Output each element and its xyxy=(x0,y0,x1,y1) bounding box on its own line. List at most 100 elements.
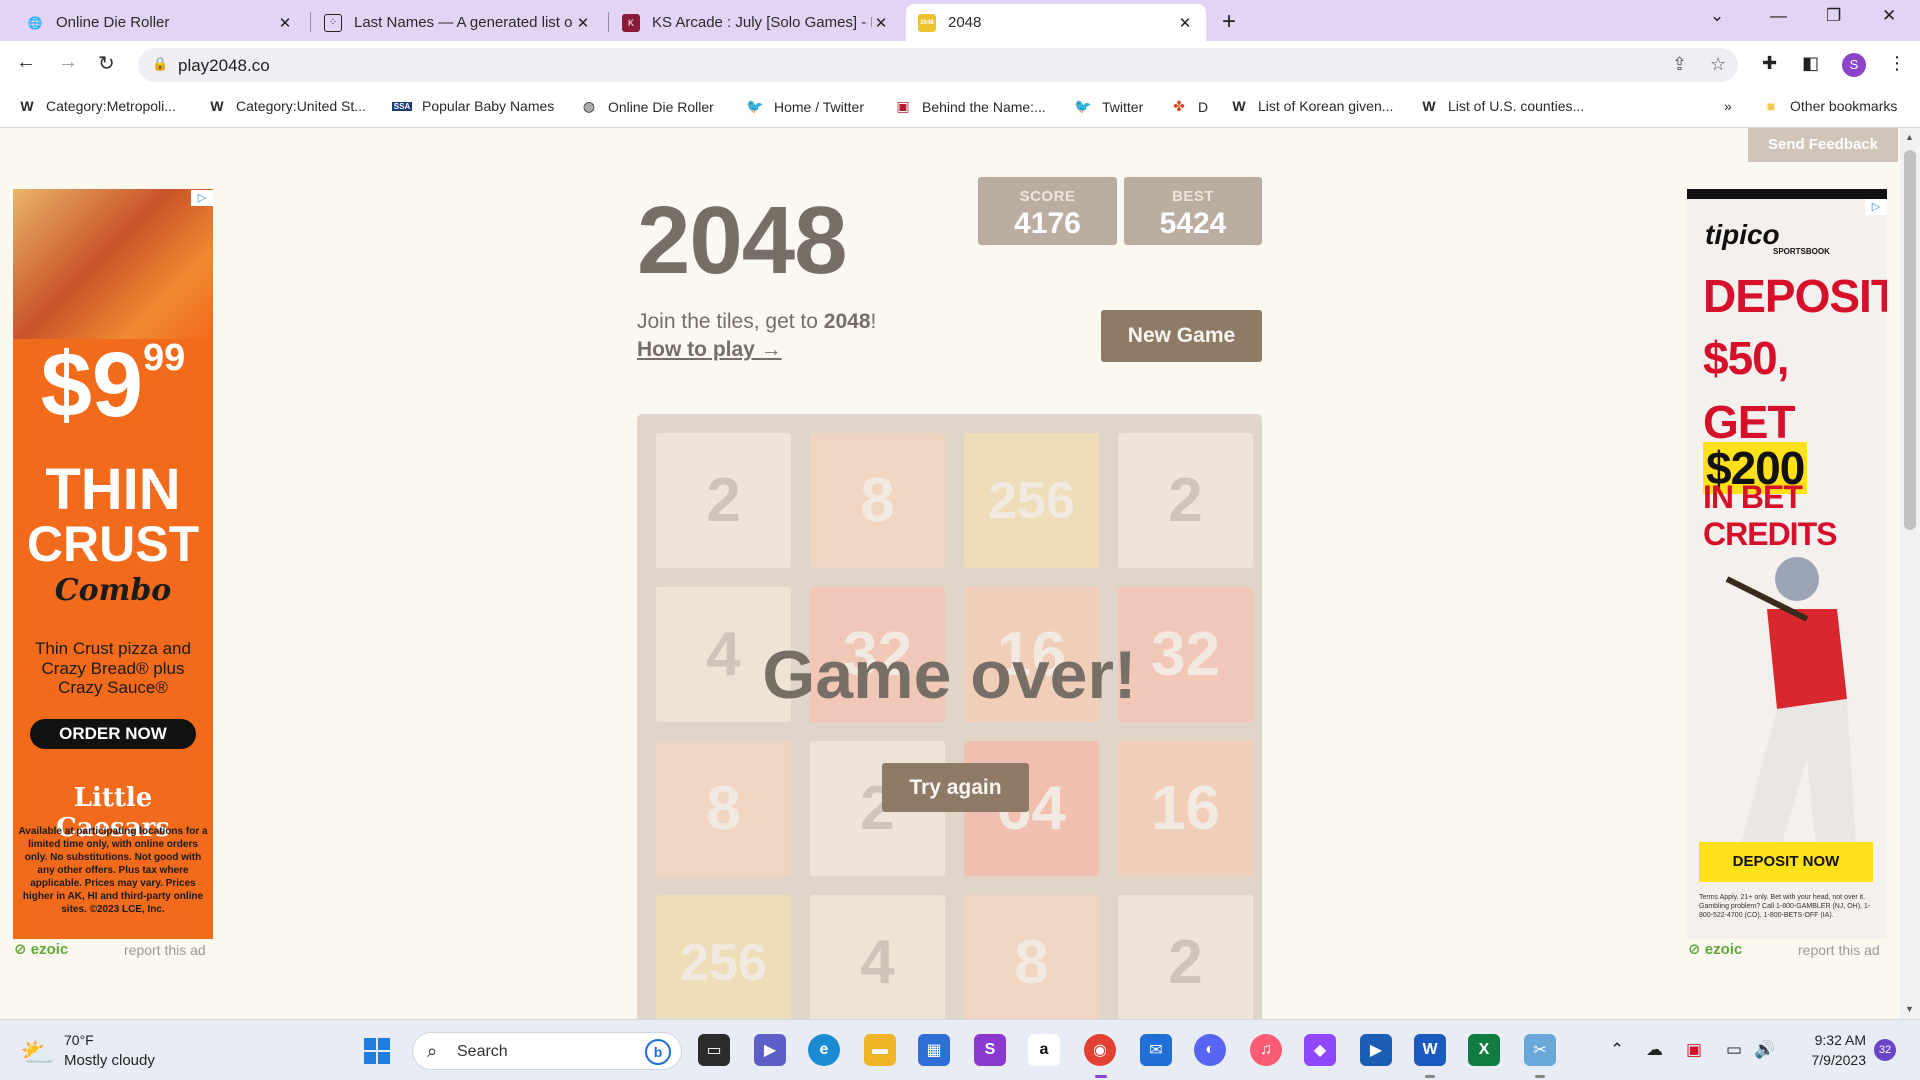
tab-title: Last Names — A generated list o xyxy=(354,14,573,31)
network-icon[interactable]: ▭ xyxy=(1726,1040,1742,1060)
ad-price-main: $9 xyxy=(40,334,144,436)
close-icon[interactable]: ✕ xyxy=(276,14,294,32)
bookmark-behind-the-name[interactable]: ▣ Behind the Name:... xyxy=(894,98,1045,115)
ad-deposit-now-button[interactable]: DEPOSIT NOW xyxy=(1699,842,1873,882)
clock[interactable]: 9:32 AM 7/9/2023 xyxy=(1796,1030,1867,1070)
tab-2048[interactable]: 2048 2048 ✕ xyxy=(906,4,1206,41)
task-view-icon[interactable]: ▭ xyxy=(698,1034,730,1066)
notification-badge[interactable]: 32 xyxy=(1874,1039,1896,1061)
snipping-tool-icon[interactable]: ✂ xyxy=(1524,1034,1556,1066)
tab-last-names[interactable]: ⁘ Last Names — A generated list o ✕ xyxy=(312,4,604,41)
onedrive-icon[interactable]: ☁ xyxy=(1646,1040,1663,1060)
extensions-icon[interactable]: ✚ xyxy=(1762,53,1777,74)
bookmark-d[interactable]: ✤ D xyxy=(1170,98,1208,115)
start-button[interactable] xyxy=(364,1038,390,1064)
mail-icon[interactable]: ✉ xyxy=(1140,1034,1172,1066)
menu-icon[interactable]: ⋮ xyxy=(1888,53,1906,74)
send-feedback-button[interactable]: Send Feedback xyxy=(1748,128,1898,162)
new-tab-button[interactable]: + xyxy=(1222,8,1236,36)
file-explorer-icon[interactable]: ▬ xyxy=(864,1034,896,1066)
bookmark-star-icon[interactable]: ☆ xyxy=(1710,54,1726,75)
bookmark-online-die-roller[interactable]: ◍ Online Die Roller xyxy=(580,98,714,115)
weather-cloud-icon[interactable]: ⛅ xyxy=(20,1036,55,1069)
bookmark-korean-given-names[interactable]: W List of Korean given... xyxy=(1230,98,1393,114)
close-icon[interactable]: ✕ xyxy=(872,14,890,32)
bookmark-popular-baby-names[interactable]: SSA Popular Baby Names xyxy=(392,98,554,114)
report-ad-link[interactable]: report this ad xyxy=(124,942,206,958)
how-to-play-link[interactable]: How to play → xyxy=(637,338,782,362)
side-panel-icon[interactable]: ◧ xyxy=(1802,53,1819,74)
twitch-icon[interactable]: ◆ xyxy=(1304,1034,1336,1066)
pinwheel-icon: ✤ xyxy=(1173,98,1185,114)
more-bookmarks-button[interactable]: » xyxy=(1724,98,1732,114)
ad-tipico[interactable]: tipico SPORTSBOOK DEPOSIT $50, GET $200 … xyxy=(1687,189,1887,939)
baseball-player-image xyxy=(1725,557,1857,859)
2048-icon: 2048 xyxy=(918,13,936,32)
ad-order-now-button[interactable]: ORDER NOW xyxy=(30,719,196,749)
maximize-button[interactable]: ❐ xyxy=(1826,6,1841,26)
app-s-icon[interactable]: S xyxy=(974,1034,1006,1066)
bing-icon[interactable]: b xyxy=(645,1039,671,1065)
report-ad-link[interactable]: report this ad xyxy=(1798,942,1880,958)
scroll-up-icon[interactable]: ▲ xyxy=(1905,132,1914,142)
address-bar[interactable]: 🔒 play2048.co ⇪ ☆ xyxy=(138,48,1738,82)
ezoic-logo[interactable]: ⊘ ezoic xyxy=(1688,940,1742,958)
tab-search-icon[interactable]: ⌄ xyxy=(1710,6,1724,26)
reload-icon[interactable]: ↻ xyxy=(98,51,115,76)
discord-icon[interactable]: ◐ xyxy=(1194,1034,1226,1066)
show-hidden-icons[interactable]: ⌃ xyxy=(1610,1040,1624,1060)
itunes-icon[interactable]: ♫ xyxy=(1250,1034,1282,1066)
profile-avatar[interactable]: S xyxy=(1842,53,1866,77)
edge-icon[interactable]: e xyxy=(808,1034,840,1066)
share-icon[interactable]: ⇪ xyxy=(1672,54,1687,75)
tab-online-die-roller[interactable]: 🌐 Online Die Roller ✕ xyxy=(14,4,306,41)
bookmark-category-metropolitan[interactable]: W Category:Metropoli... xyxy=(18,98,176,114)
score-label: SCORE xyxy=(1019,188,1076,205)
volume-icon[interactable]: 🔊 xyxy=(1754,1040,1775,1060)
scroll-down-icon[interactable]: ▼ xyxy=(1905,1004,1914,1014)
close-window-button[interactable]: ✕ xyxy=(1882,6,1896,26)
bookmark-category-united-states[interactable]: W Category:United St... xyxy=(208,98,366,114)
ad-little-caesars[interactable]: $999 THIN CRUST Combo Thin Crust pizza a… xyxy=(13,189,213,939)
game-board[interactable]: 2825624321632826416256482 Game over! Try… xyxy=(637,414,1262,1019)
close-icon[interactable]: ✕ xyxy=(1176,14,1194,32)
bookmark-home-twitter[interactable]: 🐦 Home / Twitter xyxy=(746,98,864,115)
try-again-button[interactable]: Try again xyxy=(882,763,1029,812)
store-icon[interactable]: ▦ xyxy=(918,1034,950,1066)
word-icon[interactable]: W xyxy=(1414,1034,1446,1066)
url-text[interactable]: play2048.co xyxy=(178,56,270,76)
media-player-icon[interactable]: ▶ xyxy=(1360,1034,1392,1066)
game-over-message: Game over! xyxy=(762,637,1137,713)
weather-temperature[interactable]: 70°F xyxy=(64,1032,94,1048)
amazon-icon[interactable]: a xyxy=(1028,1034,1060,1066)
ezoic-logo[interactable]: ⊘ ezoic xyxy=(14,940,68,958)
start-pane xyxy=(364,1038,376,1050)
ad-headline-3-prefix: GET xyxy=(1703,396,1796,448)
page-scrollbar[interactable]: ▲ ▼ xyxy=(1900,128,1920,1019)
close-icon[interactable]: ✕ xyxy=(574,14,592,32)
scrollbar-thumb[interactable] xyxy=(1904,150,1916,530)
taskbar-search[interactable]: ⌕ Search b xyxy=(412,1032,682,1070)
best-value: 5424 xyxy=(1159,207,1227,240)
bookmark-label: List of Korean given... xyxy=(1258,98,1394,114)
minimize-button[interactable]: — xyxy=(1770,6,1787,26)
chrome-icon[interactable]: ◉ xyxy=(1084,1034,1116,1066)
bookmark-us-counties[interactable]: W List of U.S. counties... xyxy=(1420,98,1584,114)
weather-description[interactable]: Mostly cloudy xyxy=(64,1052,155,1069)
globe-icon: 🌐 xyxy=(27,15,43,30)
bookmark-twitter[interactable]: 🐦 Twitter xyxy=(1074,98,1143,115)
back-icon[interactable]: ← xyxy=(16,51,36,74)
tray-app-icon[interactable]: ▣ xyxy=(1686,1040,1702,1060)
teams-icon[interactable]: ▶ xyxy=(754,1034,786,1066)
adchoices-icon[interactable]: ▷ xyxy=(1865,199,1887,215)
forward-icon[interactable]: → xyxy=(58,51,78,74)
ad-headline-1: DEPOSIT xyxy=(1703,270,1887,322)
lock-icon[interactable]: 🔒 xyxy=(152,56,168,72)
tab-ks-arcade[interactable]: K KS Arcade : July [Solo Games] - K ✕ xyxy=(610,4,902,41)
excel-icon[interactable]: X xyxy=(1468,1034,1500,1066)
bookmark-label: Category:United St... xyxy=(236,98,366,114)
other-bookmarks[interactable]: ■ Other bookmarks xyxy=(1762,98,1898,114)
adchoices-icon[interactable]: ▷ xyxy=(191,190,213,206)
bookmark-label: Twitter xyxy=(1102,98,1144,115)
new-game-button[interactable]: New Game xyxy=(1101,310,1262,362)
